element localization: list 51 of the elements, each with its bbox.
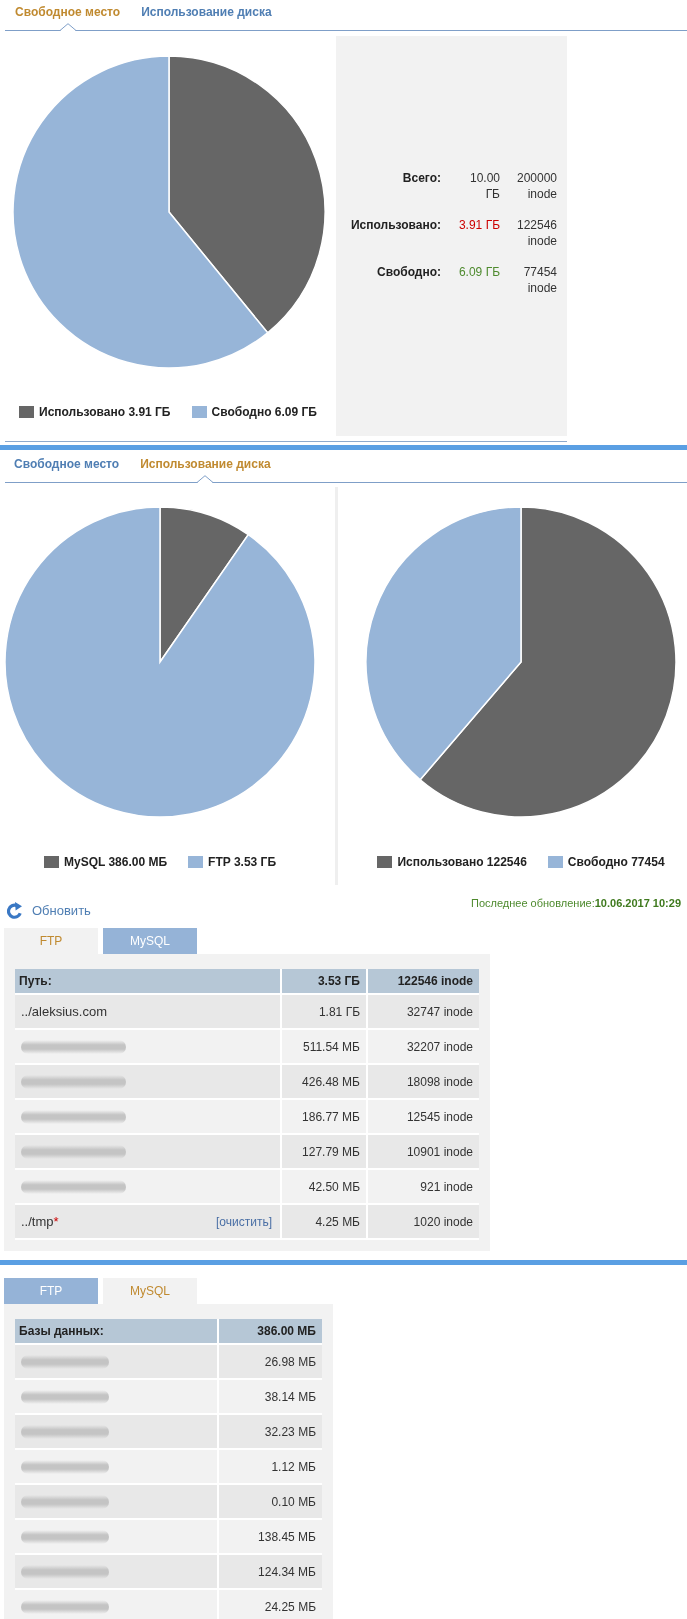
path-text: ../tmp bbox=[21, 1214, 54, 1229]
summary-inodes: 77454 inode bbox=[522, 264, 557, 296]
last-update-label: Последнее обновление: bbox=[471, 897, 595, 909]
summary-size: 3.91 ГБ bbox=[457, 217, 500, 233]
summary-size: 6.09 ГБ bbox=[457, 264, 500, 280]
column-header: Базы данных: bbox=[15, 1319, 219, 1345]
asterisk-marker: * bbox=[53, 1214, 59, 1229]
table-cell: 18098 inode bbox=[368, 1065, 479, 1100]
refresh-icon bbox=[7, 902, 23, 919]
table-cell: 186.77 МБ bbox=[282, 1100, 368, 1135]
tab[interactable]: MySQL bbox=[103, 928, 197, 954]
table-cell: 426.48 МБ bbox=[282, 1065, 368, 1100]
column-header: Путь: bbox=[15, 969, 282, 995]
table-cell: 0.10 МБ bbox=[219, 1485, 322, 1520]
tab[interactable]: FTP bbox=[4, 1278, 98, 1304]
column-header: 3.53 ГБ bbox=[282, 969, 368, 995]
table-cell: 511.54 МБ bbox=[282, 1030, 368, 1065]
tab[interactable]: MySQL bbox=[103, 1278, 197, 1304]
table-cell: 32747 inode bbox=[368, 995, 479, 1030]
path-text: ../aleksius.com bbox=[21, 1004, 107, 1019]
column-header: 386.00 МБ bbox=[219, 1319, 322, 1345]
table-cell: 1020 inode bbox=[368, 1205, 479, 1240]
summary-label: Всего: bbox=[401, 170, 441, 186]
tab[interactable]: Использование диска bbox=[140, 452, 271, 483]
summary-inodes: 200000 inode bbox=[515, 170, 557, 202]
clear-link[interactable]: [очистить] bbox=[216, 1214, 272, 1229]
legend-label: MySQL 386.00 МБ bbox=[64, 855, 168, 869]
table-cell: 10901 inode bbox=[368, 1135, 479, 1170]
table-cell: 32.23 МБ bbox=[219, 1415, 322, 1450]
legend-label: Свободно 77454 bbox=[567, 855, 665, 869]
table-cell: 127.79 МБ bbox=[282, 1135, 368, 1170]
summary-inodes: 122546 inode bbox=[515, 217, 557, 249]
tab[interactable]: Свободное место bbox=[15, 0, 121, 31]
summary-label: Свободно: bbox=[376, 264, 441, 280]
tab[interactable]: FTP bbox=[4, 928, 98, 954]
summary-size: 10.00 ГБ bbox=[468, 170, 500, 202]
table-cell: 4.25 МБ bbox=[282, 1205, 368, 1240]
tab[interactable]: Свободное место bbox=[14, 452, 120, 483]
last-update-value: 10.06.2017 10:29 bbox=[594, 897, 681, 909]
table-cell: 26.98 МБ bbox=[219, 1345, 322, 1380]
tab[interactable]: Использование диска bbox=[141, 0, 272, 31]
column-header: 122546 inode bbox=[368, 969, 479, 995]
table-cell: 124.34 МБ bbox=[219, 1555, 322, 1590]
table-cell: 42.50 МБ bbox=[282, 1170, 368, 1205]
legend-label: Свободно 6.09 ГБ bbox=[211, 405, 317, 419]
legend-label: Использовано 3.91 ГБ bbox=[39, 405, 171, 419]
refresh-link[interactable]: Обновить bbox=[7, 902, 91, 919]
summary-label: Использовано: bbox=[350, 217, 441, 233]
table-cell: 1.81 ГБ bbox=[282, 995, 368, 1030]
legend-label: Использовано 122546 bbox=[397, 855, 527, 869]
legend-label: FTP 3.53 ГБ bbox=[208, 855, 276, 869]
